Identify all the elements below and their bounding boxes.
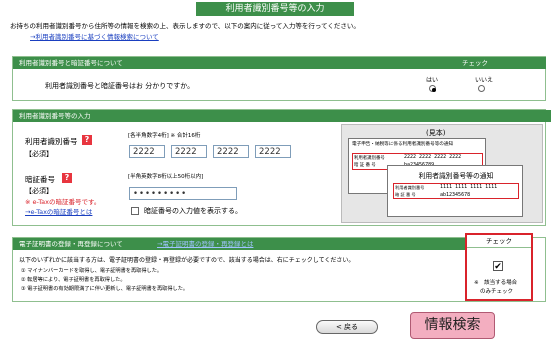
- check-header: チェック: [404, 57, 546, 69]
- check-header: チェック: [467, 235, 531, 248]
- sample-label: (見本): [426, 129, 446, 137]
- sample-card-id: 1111 1111 1111 1111: [440, 184, 498, 190]
- id-input-3[interactable]: 2222: [213, 145, 249, 158]
- section-header: 利用者識別番号等の入力: [13, 110, 551, 122]
- pw-show-checkbox[interactable]: [131, 207, 139, 215]
- certificate-checkbox[interactable]: ✔: [493, 261, 503, 272]
- no-radio[interactable]: [478, 85, 485, 92]
- section-id-password-known: 利用者識別番号と暗証番号について チェック 利用者識別番号と暗証番号はお 分かり…: [12, 56, 546, 101]
- id-help-icon[interactable]: ?: [82, 135, 92, 145]
- pw-help-icon[interactable]: ?: [62, 173, 72, 183]
- info-search-link[interactable]: →利用者識別番号に基づく情報検索について: [30, 31, 159, 41]
- sample-doc-id-label: 利用者識別番号: [354, 156, 385, 161]
- sample-doc-title: 電子申告・納税等に係る利用者識別番号等の通知: [352, 142, 454, 147]
- back-button[interactable]: < 戻る: [316, 320, 378, 334]
- intro-text: お持ちの利用者識別番号から住所等の情報を検索の上、表示しますので、以下の案内に従…: [10, 22, 360, 30]
- pw-show-label: 暗証番号の入力値を表示する。: [144, 207, 242, 215]
- id-hint: [各半角数字4桁] ※ 合計16桁: [128, 133, 201, 139]
- sample-panel: (見本) 電子申告・納税等に係る利用者識別番号等の通知 利用者識別番号 暗 証 …: [341, 124, 543, 223]
- id-input-1[interactable]: 2222: [129, 145, 165, 158]
- sample-card-pw: ab12345678: [440, 192, 471, 198]
- sample-card: 利用者識別番号等の通知 利用者識別番号 暗 証 番 号 1111 1111 11…: [387, 165, 523, 217]
- sample-doc-pw-label: 暗 証 番 号: [354, 163, 376, 168]
- certificate-item-3: ③ 電子証明書の有効期限満了に伴い更新し、電子証明書を再取得した。: [21, 286, 189, 292]
- question-text: 利用者識別番号と暗証番号はお 分かりですか。: [45, 82, 195, 90]
- certificate-item-2: ② 転居等により、電子証明書を再取得した。: [21, 277, 126, 283]
- sample-doc-id: 2222 2222 2222 2222: [404, 154, 462, 160]
- id-label: 利用者識別番号: [25, 137, 78, 146]
- sample-card-title: 利用者識別番号等の通知: [418, 172, 494, 180]
- check-note-2: のみチェック: [480, 289, 514, 295]
- section-header: 利用者識別番号と暗証番号について: [13, 57, 409, 69]
- certificate-item-1: ① マイナンバーカードを取得し、電子証明書を再取得した。: [21, 268, 163, 274]
- certificate-info-link[interactable]: →電子証明書の登録・再登録とは: [157, 239, 253, 249]
- pw-hint: [半角英数字8桁以上50桁以内]: [128, 174, 204, 180]
- certificate-check-box: チェック ✔ ※ 該当する場合 のみチェック: [465, 233, 533, 301]
- pw-input[interactable]: •••••••••: [129, 187, 237, 200]
- sample-card-pw-label: 暗 証 番 号: [395, 192, 416, 197]
- no-label: いいえ: [475, 77, 494, 84]
- sample-card-id-label: 利用者識別番号: [395, 185, 425, 190]
- yes-radio[interactable]: [429, 85, 436, 92]
- id-required: 【必須】: [25, 150, 53, 158]
- pw-required: 【必須】: [25, 187, 53, 195]
- pw-note: ※ e-Taxの暗証番号です。: [25, 198, 101, 206]
- section-id-input: 利用者識別番号等の入力 利用者識別番号 ? 【必須】 [各半角数字4桁] ※ 合…: [12, 109, 551, 226]
- certificate-text: 以下のいずれかに該当する方は、電子証明書の登録・再登録が必要ですので、該当する場…: [19, 257, 355, 264]
- yes-label: はい: [426, 77, 439, 84]
- id-input-2[interactable]: 2222: [171, 145, 207, 158]
- pw-info-link[interactable]: →e-Taxの暗証番号とは: [25, 206, 92, 216]
- pw-label: 暗証番号: [25, 175, 55, 184]
- id-input-4[interactable]: 2222: [255, 145, 291, 158]
- page-title: 利用者識別番号等の入力: [196, 2, 354, 16]
- search-button[interactable]: 情報検索: [410, 312, 495, 339]
- section-header: 電子証明書の登録・再登録について: [19, 240, 123, 248]
- check-note-1: ※ 該当する場合: [474, 280, 518, 286]
